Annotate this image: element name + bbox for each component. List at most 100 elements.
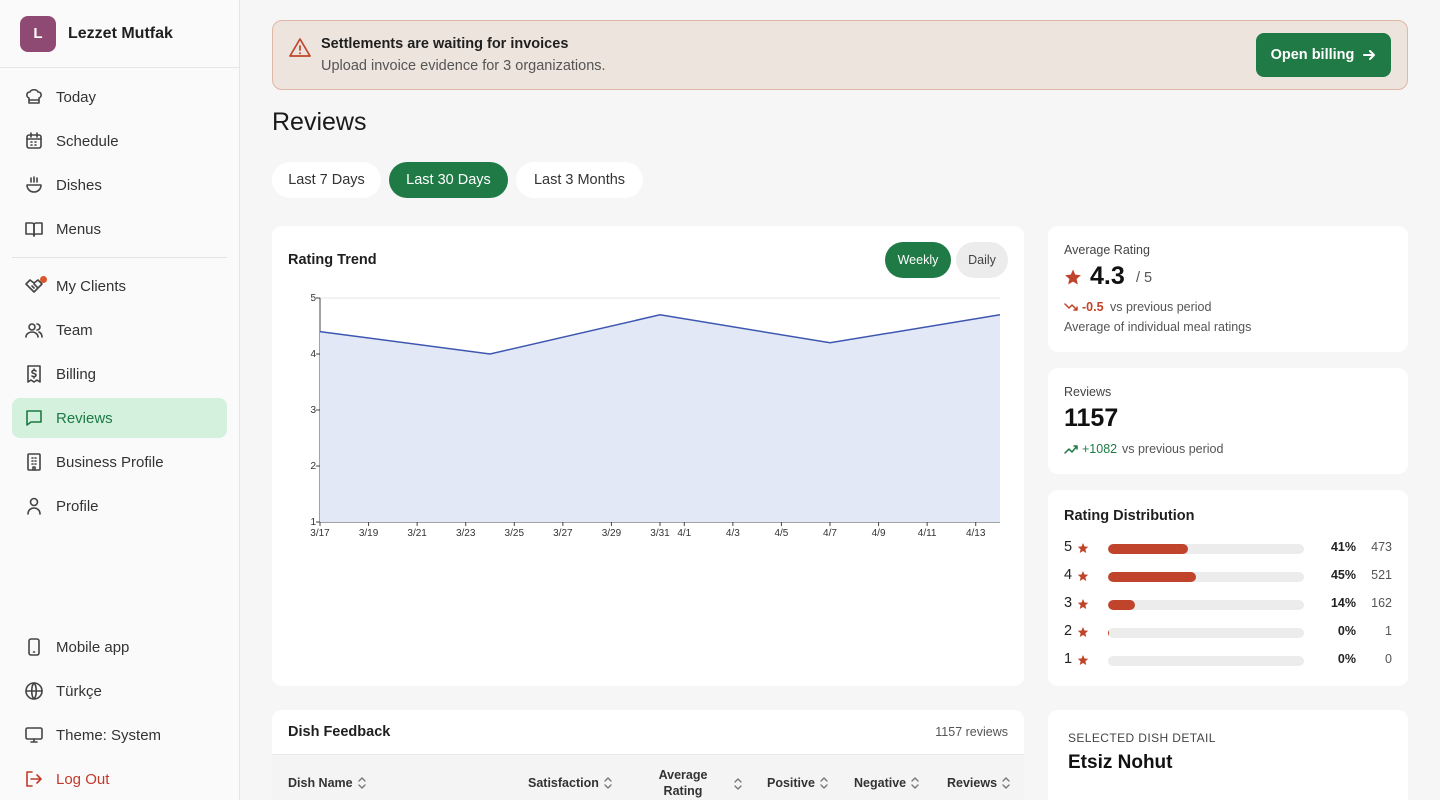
y-tick-label: 2 — [310, 461, 316, 472]
brand-header[interactable]: L Lezzet Mutfak — [0, 0, 239, 68]
rating-distribution-title: Rating Distribution — [1064, 508, 1195, 524]
distribution-bar-fill — [1108, 600, 1136, 610]
distribution-stars: 3 — [1064, 595, 1073, 611]
x-tick-label: 4/13 — [966, 528, 986, 539]
average-rating-delta: -0.5 — [1082, 300, 1104, 314]
average-rating-label: Average Rating — [1064, 243, 1150, 257]
bowl-icon — [26, 176, 42, 193]
sort-icon — [604, 777, 612, 789]
invoice-warning-banner: Settlements are waiting for invoices Upl… — [272, 20, 1408, 90]
sidebar-item-today[interactable]: Today — [12, 77, 227, 117]
average-rating-value: 4.3 — [1090, 262, 1125, 290]
x-tick-label: 4/5 — [774, 528, 788, 539]
building-icon — [27, 453, 41, 471]
dish-feedback-count: 1157 reviews — [935, 725, 1008, 739]
sidebar-item-label: Menus — [56, 220, 102, 238]
column-satisfaction[interactable]: Satisfaction — [528, 776, 612, 790]
monitor-icon — [25, 727, 43, 743]
distribution-bar-fill — [1108, 544, 1189, 554]
sidebar-item-schedule[interactable]: Schedule — [12, 121, 227, 161]
sidebar-item-billing[interactable]: Billing — [12, 354, 227, 394]
sidebar-item-reviews[interactable]: Reviews — [12, 398, 227, 438]
distribution-count: 473 — [1371, 540, 1392, 554]
y-tick-label: 4 — [310, 349, 316, 360]
column-label: Satisfaction — [528, 776, 599, 790]
sidebar-item-logout[interactable]: Log Out — [12, 759, 227, 799]
sidebar-item-label: Team — [56, 321, 93, 339]
calendar-icon — [26, 132, 42, 149]
trending-up-icon — [1064, 445, 1078, 454]
sidebar-item-team[interactable]: Team — [12, 310, 227, 350]
column-label: Average — [658, 768, 708, 782]
sidebar-item-menus[interactable]: Menus — [12, 209, 227, 249]
notification-dot — [40, 276, 47, 283]
banner-title: Settlements are waiting for invoices — [321, 36, 569, 52]
average-rating-note: Average of individual meal ratings — [1064, 320, 1252, 334]
x-tick-label: 3/31 — [650, 528, 670, 539]
column-negative[interactable]: Negative — [854, 776, 919, 790]
distribution-bar-fill — [1108, 572, 1197, 582]
message-square-icon — [26, 410, 42, 426]
globe-icon — [25, 682, 43, 700]
reviews-label: Reviews — [1064, 385, 1112, 399]
sidebar-item-label: Reviews — [56, 409, 113, 427]
period-last-30-days[interactable]: Last 30 Days — [389, 162, 508, 198]
sidebar-item-label: Business Profile — [56, 453, 164, 471]
distribution-percent: 0% — [1337, 652, 1356, 666]
distribution-count: 162 — [1371, 596, 1392, 610]
selected-dish-name: Etsiz Nohut — [1068, 752, 1173, 773]
sidebar-item-mobile-app[interactable]: Mobile app — [12, 627, 227, 667]
rating-distribution-card: Rating Distribution 5 41% 473 4 45% 521 3 14% 16… — [1048, 490, 1408, 686]
sort-icon — [911, 777, 919, 789]
distribution-bar-track — [1108, 600, 1304, 610]
sidebar-divider — [12, 257, 227, 258]
period-last-7-days[interactable]: Last 7 Days — [272, 162, 381, 198]
user-icon — [27, 497, 41, 515]
dish-feedback-title: Dish Feedback — [288, 724, 391, 740]
distribution-row: 1 0% 0 — [1064, 651, 1392, 669]
x-tick-label: 3/19 — [359, 528, 379, 539]
distribution-bar-track — [1108, 572, 1304, 582]
page-title: Reviews — [272, 108, 367, 136]
reviews-count-card: Reviews 1157 +1082 vs previous period — [1048, 368, 1408, 474]
distribution-stars: 5 — [1064, 539, 1073, 555]
column-positive[interactable]: Positive — [767, 776, 828, 790]
users-icon — [25, 323, 43, 338]
column-dish-name[interactable]: Dish Name — [288, 776, 366, 790]
distribution-bar-fill — [1108, 628, 1109, 638]
x-tick-label: 3/29 — [602, 528, 622, 539]
distribution-stars: 2 — [1064, 623, 1073, 639]
sidebar-item-dishes[interactable]: Dishes — [12, 165, 227, 205]
sidebar-item-label: Log Out — [56, 770, 110, 788]
sidebar-item-business-profile[interactable]: Business Profile — [12, 442, 227, 482]
sidebar-item-my-clients[interactable]: My Clients — [12, 266, 227, 306]
x-tick-label: 4/11 — [918, 528, 937, 539]
distribution-row: 4 45% 521 — [1064, 567, 1392, 585]
logout-icon — [26, 771, 42, 787]
sort-icon[interactable] — [734, 778, 742, 790]
x-tick-label: 3/17 — [310, 528, 330, 539]
period-last-3-months[interactable]: Last 3 Months — [516, 162, 643, 198]
distribution-count: 0 — [1385, 652, 1392, 666]
open-billing-button[interactable]: Open billing — [1256, 33, 1391, 77]
reviews-value: 1157 — [1064, 404, 1119, 432]
sidebar-item-theme[interactable]: Theme: System — [12, 715, 227, 755]
column-reviews[interactable]: Reviews — [947, 776, 1010, 790]
distribution-bar-track — [1108, 656, 1304, 666]
column-label: Positive — [767, 776, 815, 790]
sidebar-item-profile[interactable]: Profile — [12, 486, 227, 526]
selected-dish-label: SELECTED DISH DETAIL — [1068, 731, 1216, 745]
average-rating-card: Average Rating 4.3 / 5 -0.5 vs previous … — [1048, 226, 1408, 352]
sidebar-item-label: Türkçe — [56, 682, 102, 700]
x-tick-label: 3/21 — [407, 528, 427, 539]
sidebar: L Lezzet Mutfak Today Schedule Dishes Me… — [0, 0, 240, 800]
star-icon — [1077, 627, 1089, 637]
reviews-delta: +1082 — [1082, 442, 1118, 456]
column-average-rating[interactable]: Average Rating — [650, 767, 716, 799]
x-tick-label: 4/3 — [726, 528, 740, 539]
sidebar-item-language[interactable]: Türkçe — [12, 671, 227, 711]
star-icon — [1077, 543, 1089, 553]
average-rating-out-of: / 5 — [1136, 270, 1153, 286]
x-tick-label: 4/7 — [823, 528, 837, 539]
banner-subtitle: Upload invoice evidence for 3 organizati… — [321, 58, 606, 74]
